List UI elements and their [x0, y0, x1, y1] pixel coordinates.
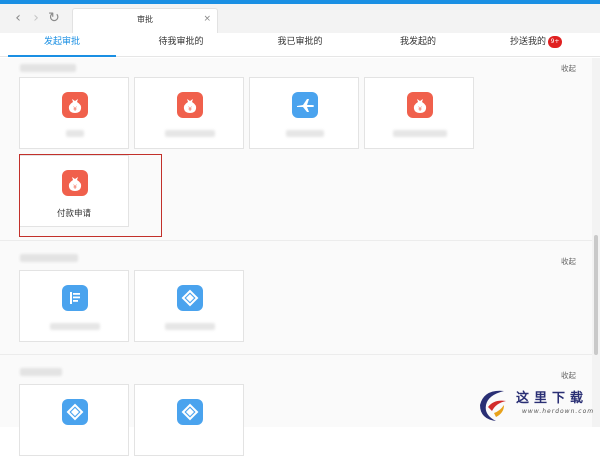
card-name-blurred	[66, 130, 84, 137]
tab-label: 待我审批的	[158, 37, 204, 47]
highlight-box	[19, 154, 162, 237]
money-bag-icon: ¥	[407, 92, 433, 118]
tab-label: 我发起的	[399, 37, 436, 47]
active-tab-underline	[8, 55, 116, 57]
watermark-url: www.herdown.com	[522, 408, 595, 415]
section-title-blurred	[20, 254, 78, 262]
approval-card[interactable]	[249, 77, 359, 149]
scrollbar-thumb[interactable]	[594, 235, 598, 355]
watermark-text: 这里下载	[516, 391, 589, 406]
card-name-blurred	[50, 323, 100, 330]
card-name-blurred	[393, 130, 447, 137]
tab-label: 我已审批的	[277, 37, 323, 47]
tab-approved-by-me[interactable]: 我已审批的	[244, 33, 356, 57]
collapse-button[interactable]: 收起	[561, 256, 576, 267]
approval-card[interactable]: ¥	[134, 77, 244, 149]
airplane-icon	[292, 92, 318, 118]
section-title-blurred	[20, 368, 62, 376]
site-watermark: 这里下载 www.herdown.com	[470, 383, 600, 427]
svg-text:¥: ¥	[188, 106, 192, 113]
tab-cc-to-me[interactable]: 抄送我的 9+	[480, 33, 592, 57]
browser-titlebar: ‹ › ↻ 审批 ×	[0, 4, 600, 33]
approval-card[interactable]: ¥	[364, 77, 474, 149]
tab-initiate-approval[interactable]: 发起审批	[2, 33, 122, 57]
browser-tab[interactable]: 审批 ×	[72, 8, 218, 33]
vertical-scrollbar[interactable]	[592, 58, 600, 427]
back-arrow-icon[interactable]: ‹	[10, 10, 26, 26]
approval-card[interactable]	[19, 384, 129, 456]
document-list-icon	[62, 285, 88, 311]
tab-close-icon[interactable]: ×	[203, 14, 211, 24]
approval-card[interactable]	[19, 270, 129, 342]
tab-title: 审批	[137, 15, 153, 24]
approval-card[interactable]	[134, 270, 244, 342]
diamond-tag-icon	[62, 399, 88, 425]
section-divider	[0, 240, 592, 241]
tab-initiated-by-me[interactable]: 我发起的	[362, 33, 474, 57]
money-bag-icon: ¥	[62, 92, 88, 118]
tab-pending-my-approval[interactable]: 待我审批的	[125, 33, 237, 57]
collapse-button[interactable]: 收起	[561, 63, 576, 74]
svg-text:¥: ¥	[73, 106, 77, 113]
card-name-blurred	[286, 130, 324, 137]
approval-card[interactable]: ¥	[19, 77, 129, 149]
unread-badge: 9+	[548, 36, 562, 48]
tab-label: 抄送我的	[509, 37, 546, 47]
approval-card[interactable]	[134, 384, 244, 456]
card-name-blurred	[165, 323, 215, 330]
refresh-icon[interactable]: ↻	[46, 10, 62, 26]
tab-label: 发起审批	[43, 37, 80, 47]
watermark-logo-icon	[480, 390, 506, 421]
money-bag-icon: ¥	[177, 92, 203, 118]
section-title-blurred	[20, 64, 76, 72]
section-divider	[0, 354, 592, 355]
forward-arrow-icon[interactable]: ›	[28, 10, 44, 26]
diamond-tag-icon	[177, 399, 203, 425]
approval-subtabs: 发起审批 待我审批的 我已审批的 我发起的 抄送我的 9+	[0, 33, 600, 57]
collapse-button[interactable]: 收起	[561, 370, 576, 381]
diamond-tag-icon	[177, 285, 203, 311]
card-name-blurred	[165, 130, 215, 137]
svg-text:¥: ¥	[418, 106, 422, 113]
